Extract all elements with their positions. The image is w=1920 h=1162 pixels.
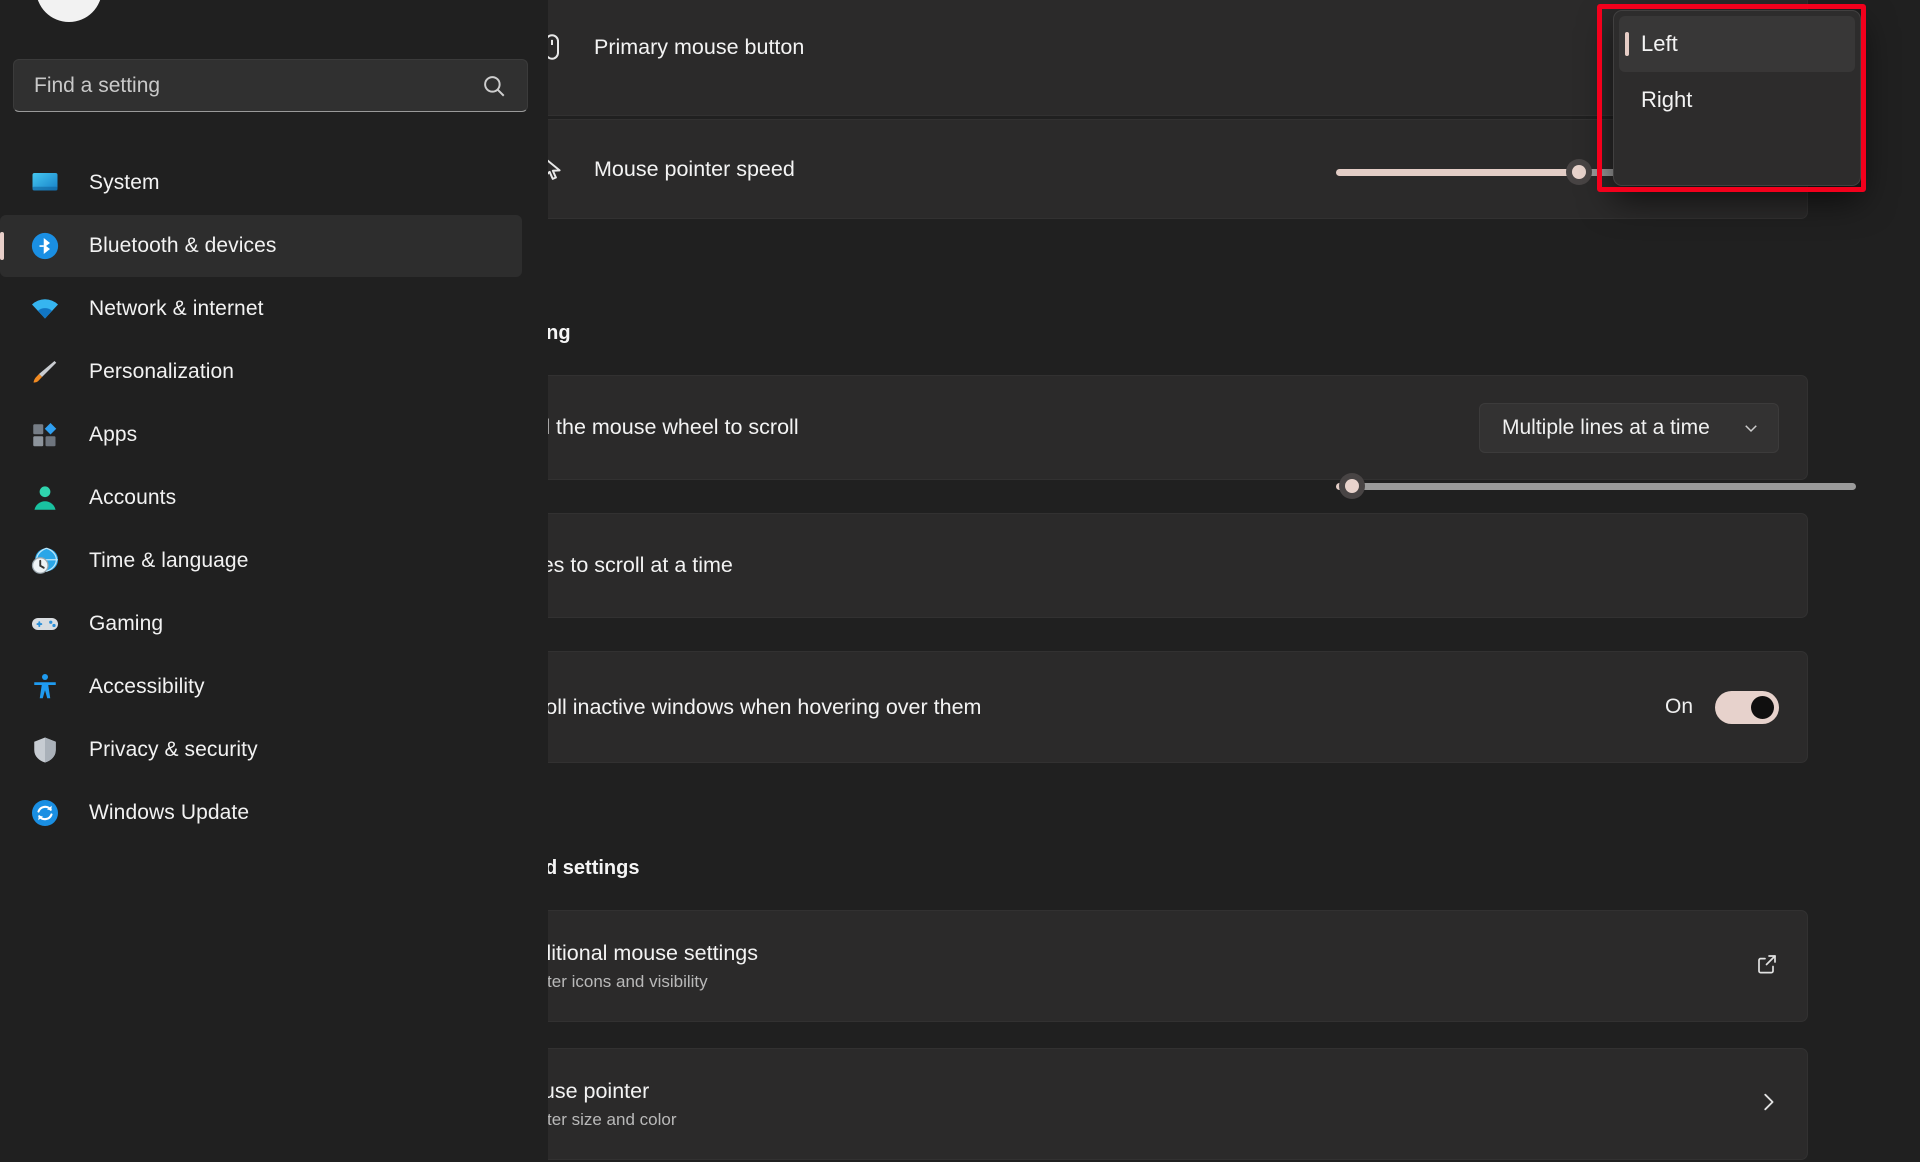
settings-window: System Bluetooth & devices Network & inter… — [0, 0, 1920, 1162]
sidebar-item-system[interactable]: System — [0, 152, 522, 214]
dropdown-option-right[interactable]: Right — [1619, 72, 1855, 128]
sidebar-item-label: Windows Update — [89, 801, 250, 824]
wheel-scroll-label: Roll the mouse wheel to scroll — [548, 415, 799, 439]
sidebar-item-accessibility[interactable]: Accessibility — [0, 656, 522, 718]
clock-globe-icon — [28, 544, 62, 578]
scroll-inactive-windows-card[interactable]: Scroll inactive windows when hovering ov… — [548, 651, 1808, 763]
sidebar: System Bluetooth & devices Network & inter… — [0, 0, 548, 1162]
external-link-icon[interactable] — [1755, 952, 1779, 981]
apps-icon — [28, 418, 62, 452]
main-content: Primary mouse button Mouse pointer speed — [548, 0, 1920, 1162]
slider-thumb[interactable] — [1566, 159, 1592, 185]
scroll-inactive-toggle-wrap: On — [1664, 690, 1779, 724]
toggle-knob — [1751, 695, 1774, 719]
sidebar-item-personalization[interactable]: Personalization — [0, 341, 522, 403]
sidebar-item-network-internet[interactable]: Network & internet — [0, 278, 522, 340]
slider-fill — [1336, 168, 1579, 176]
avatar[interactable] — [36, 0, 102, 22]
sidebar-item-label: Apps — [89, 423, 138, 446]
sidebar-item-label: Accounts — [89, 486, 177, 509]
primary-mouse-button-label: Primary mouse button — [594, 34, 805, 59]
sidebar-item-apps[interactable]: Apps — [0, 404, 522, 466]
related-settings-heading: Related settings — [548, 857, 640, 879]
mouse-pointer-card[interactable]: Mouse pointer Pointer size and color — [548, 1048, 1808, 1160]
bluetooth-icon — [28, 229, 62, 263]
sidebar-item-gaming[interactable]: Gaming — [0, 593, 522, 655]
sidebar-item-accounts[interactable]: Accounts — [0, 467, 522, 529]
slider-thumb[interactable] — [1339, 473, 1365, 499]
search-box[interactable] — [13, 59, 528, 112]
sidebar-item-label: Bluetooth & devices — [89, 234, 277, 257]
additional-mouse-settings-title: Additional mouse settings — [548, 940, 759, 965]
brush-icon — [28, 355, 62, 389]
system-icon — [28, 166, 62, 200]
search-input[interactable] — [34, 73, 481, 98]
chevron-right-icon[interactable] — [1757, 1091, 1779, 1118]
sidebar-item-bluetooth-devices[interactable]: Bluetooth & devices — [0, 215, 522, 277]
chevron-down-icon — [1742, 419, 1760, 437]
mouse-pointer-speed-label: Mouse pointer speed — [594, 156, 795, 181]
search-icon[interactable] — [481, 73, 507, 99]
mouse-pointer-title: Mouse pointer — [548, 1078, 650, 1103]
sidebar-item-label: System — [89, 171, 160, 194]
wheel-scroll-card[interactable]: Roll the mouse wheel to scroll Multiple … — [548, 375, 1808, 480]
sidebar-item-label: Personalization — [89, 360, 235, 383]
scroll-inactive-windows-label: Scroll inactive windows when hovering ov… — [548, 694, 982, 719]
wheel-scroll-value: Multiple lines at a time — [1502, 415, 1710, 439]
sidebar-item-label: Gaming — [89, 612, 164, 635]
cursor-arrow-icon — [548, 154, 572, 184]
toggle-state-label: On — [1664, 695, 1693, 718]
sidebar-item-label: Time & language — [89, 549, 249, 572]
mouse-pointer-subtitle: Pointer size and color — [548, 1109, 677, 1129]
search-wrap — [13, 59, 528, 112]
update-icon — [28, 796, 62, 830]
sidebar-item-time-language[interactable]: Time & language — [0, 530, 522, 592]
sidebar-nav: System Bluetooth & devices Network & inter… — [0, 152, 548, 844]
network-icon — [28, 292, 62, 326]
sidebar-item-privacy-security[interactable]: Privacy & security — [0, 719, 522, 781]
primary-mouse-button-dropdown[interactable]: Left Right — [1613, 10, 1861, 186]
gamepad-icon — [28, 607, 62, 641]
avatar-row — [0, 0, 548, 22]
mouse-icon — [548, 32, 572, 62]
additional-mouse-settings-subtitle: Pointer icons and visibility — [548, 971, 708, 991]
lines-to-scroll-card[interactable]: Lines to scroll at a time — [548, 513, 1808, 618]
lines-to-scroll-label: Lines to scroll at a time — [548, 553, 733, 577]
accessibility-icon — [28, 670, 62, 704]
lines-to-scroll-slider[interactable] — [1336, 466, 1856, 506]
dropdown-option-left[interactable]: Left — [1619, 16, 1855, 72]
shield-icon — [28, 733, 62, 767]
scrolling-heading: Scrolling — [548, 322, 571, 344]
sidebar-item-label: Network & internet — [89, 297, 264, 320]
sidebar-item-windows-update[interactable]: Windows Update — [0, 782, 522, 844]
sidebar-item-label: Accessibility — [89, 675, 205, 698]
scroll-inactive-windows-toggle[interactable] — [1715, 690, 1779, 724]
wheel-scroll-dropdown[interactable]: Multiple lines at a time — [1479, 402, 1779, 453]
account-icon — [28, 481, 62, 515]
sidebar-item-label: Privacy & security — [89, 738, 258, 761]
slider-track — [1352, 482, 1856, 490]
additional-mouse-settings-card[interactable]: Additional mouse settings Pointer icons … — [548, 910, 1808, 1022]
